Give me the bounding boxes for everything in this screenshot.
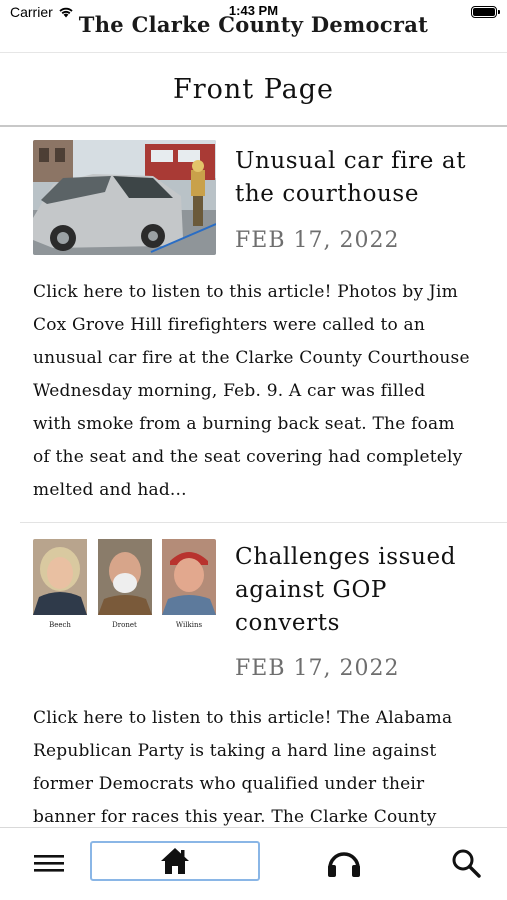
excerpt-line: banner for races this year. The Clarke C… (33, 807, 437, 827)
excerpt-line: Click here to listen to this article! Ph… (33, 282, 458, 302)
article-meta: Challenges issued against GOP converts F… (216, 539, 456, 681)
photo-caption: Beech (49, 621, 71, 629)
article-date: FEB 17, 2022 (235, 228, 400, 253)
photo-caption: Dronet (112, 621, 137, 629)
excerpt-line: Click here to listen to this article! Th… (33, 708, 453, 728)
headshot-photo: Dronet (97, 539, 152, 633)
page-title: Front Page (172, 74, 335, 105)
headline-line: against GOP (235, 577, 387, 603)
excerpt-line: of the seat and the seat covering had co… (33, 447, 463, 467)
article-headline[interactable]: Unusual car fire at the courthouse (235, 145, 466, 211)
excerpt-line: melted and had... (33, 480, 187, 500)
home-icon (161, 848, 189, 874)
menu-icon (34, 855, 64, 872)
article-thumbnail[interactable]: Beech Dronet Wilkins (33, 539, 216, 633)
person-photo (33, 539, 87, 615)
excerpt-line: unusual car fire at the Clarke County Co… (33, 348, 470, 368)
article-thumbnail[interactable] (33, 140, 216, 255)
article-list[interactable]: Unusual car fire at the courthouse FEB 1… (0, 127, 507, 828)
tab-home[interactable] (90, 841, 260, 881)
headline-line: converts (235, 610, 340, 636)
search-icon (452, 849, 481, 878)
masthead-divider (0, 52, 507, 53)
car-fire-photo (33, 140, 216, 255)
headphones-icon (328, 852, 360, 877)
tab-menu[interactable] (32, 850, 66, 876)
headshot-photo: Beech (33, 539, 87, 633)
excerpt-line: former Democrats who qualified under the… (33, 774, 425, 794)
excerpt-line: Cox Grove Hill firefighters were called … (33, 315, 426, 335)
headline-line: Unusual car fire at (235, 148, 467, 174)
person-photo (162, 539, 216, 615)
headshot-photo: Wilkins (162, 539, 216, 633)
excerpt-line: Republican Party is taking a hard line a… (33, 741, 437, 761)
article-headline[interactable]: Challenges issued against GOP converts (235, 541, 456, 640)
tab-bar (0, 827, 507, 900)
excerpt-line: with smoke from a burning back seat. The… (33, 414, 455, 434)
headline-line: Challenges issued (235, 544, 457, 570)
person-photo (97, 539, 152, 615)
headline-line: the courthouse (235, 181, 420, 207)
excerpt-line: Wednesday morning, Feb. 9. A car was fil… (33, 381, 426, 401)
article-date: FEB 17, 2022 (235, 656, 400, 681)
photo-caption: Wilkins (175, 621, 203, 629)
article-excerpt[interactable]: Click here to listen to this article! Ph… (33, 276, 487, 507)
article-card[interactable]: Beech Dronet Wilkins Challenges issued a… (0, 523, 507, 828)
tab-search[interactable] (450, 847, 482, 879)
article-meta: Unusual car fire at the courthouse FEB 1… (216, 140, 466, 253)
tab-listen[interactable] (326, 847, 362, 879)
article-card[interactable]: Unusual car fire at the courthouse FEB 1… (0, 127, 507, 507)
article-excerpt[interactable]: Click here to listen to this article! Th… (33, 702, 487, 828)
masthead-title: The Clarke County Democrat (78, 12, 429, 37)
